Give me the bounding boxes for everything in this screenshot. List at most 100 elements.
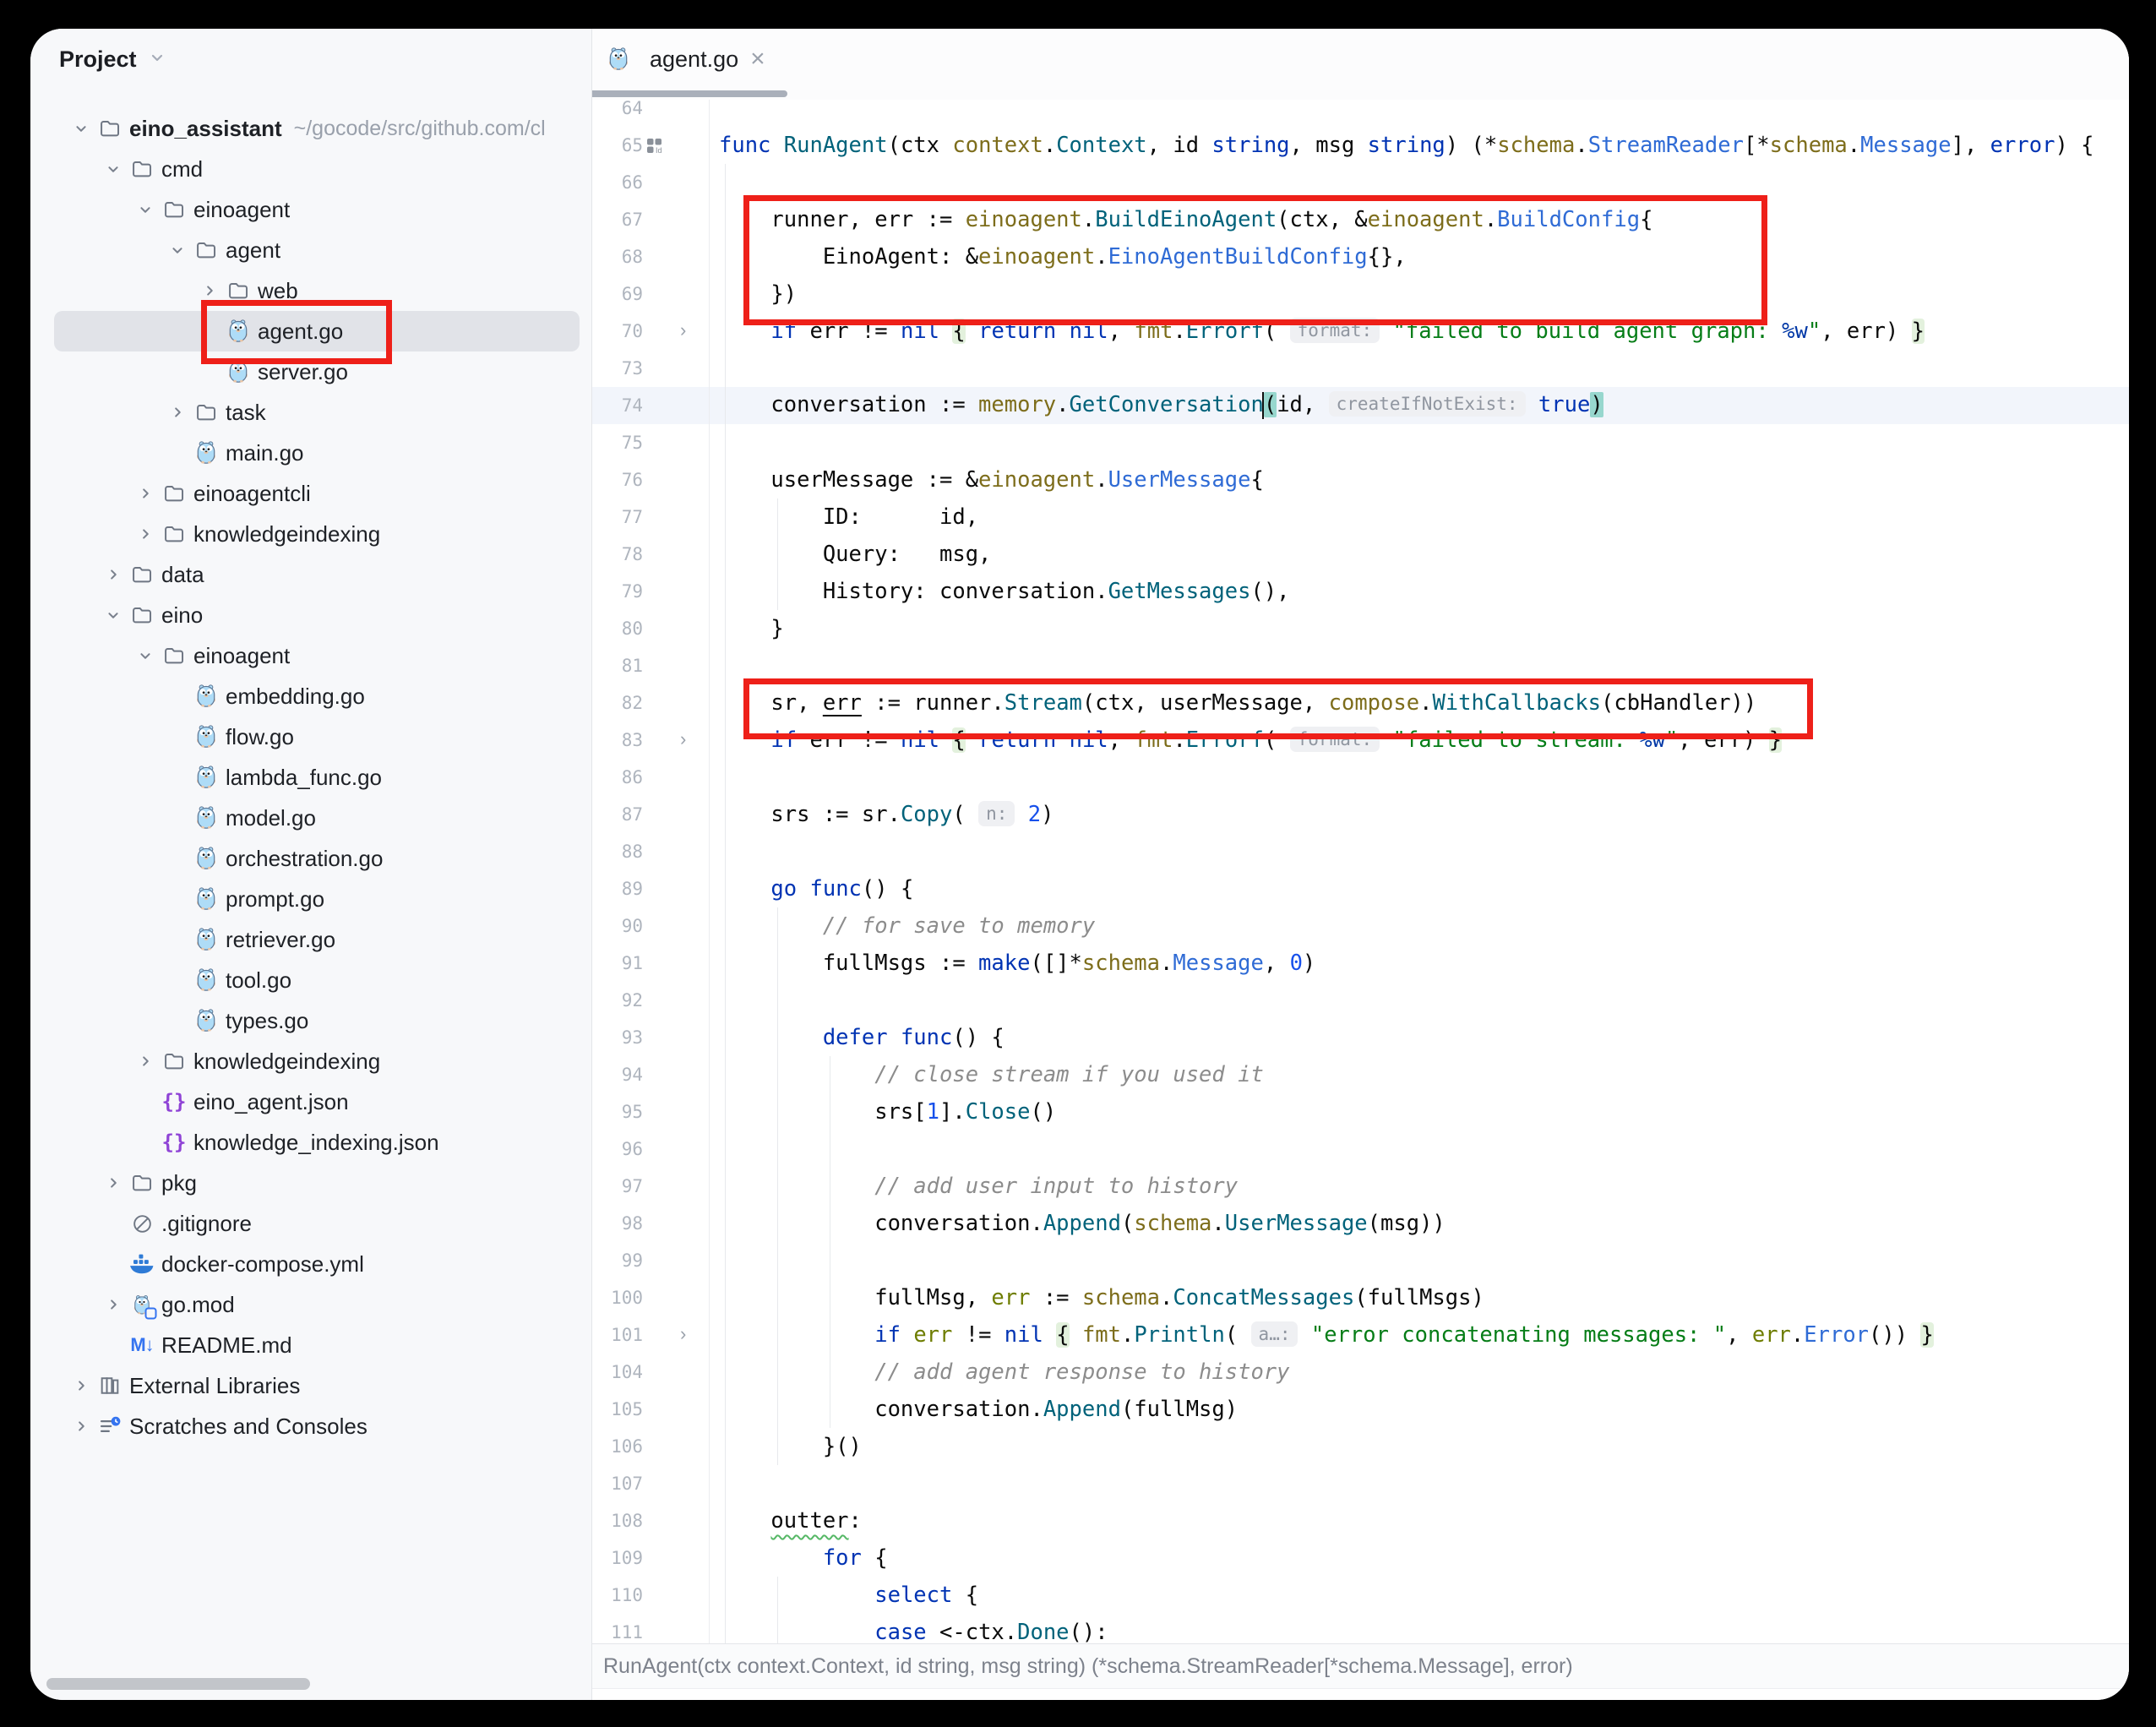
- code-line-76[interactable]: 76 userMessage := &einoagent.UserMessage…: [592, 461, 2129, 498]
- fold-arrow-icon[interactable]: ›: [680, 1323, 686, 1345]
- code-line-89[interactable]: 89 go func() {: [592, 870, 2129, 907]
- chevron-down-icon[interactable]: [168, 241, 187, 259]
- code-line-90[interactable]: 90 // for save to memory: [592, 907, 2129, 945]
- code-line-94[interactable]: 94 // close stream if you used it: [592, 1056, 2129, 1093]
- tree-item-go-mod[interactable]: go.mod: [54, 1284, 580, 1325]
- code-line-78[interactable]: 78 Query: msg,: [592, 536, 2129, 573]
- fold-arrow-icon[interactable]: ›: [680, 319, 686, 341]
- tree-item-label: prompt.go: [226, 886, 324, 913]
- tree-item-data[interactable]: data: [54, 554, 580, 595]
- tree-item-eino-agent-json[interactable]: {}eino_agent.json: [54, 1081, 580, 1122]
- code-editor[interactable]: 6465Idfunc RunAgent(ctx context.Context,…: [592, 100, 2129, 1645]
- code-line-96[interactable]: 96: [592, 1130, 2129, 1168]
- tree-item-agent[interactable]: agent: [54, 230, 580, 270]
- tree-item-readme-md[interactable]: M↓README.md: [54, 1325, 580, 1365]
- code-line-97[interactable]: 97 // add user input to history: [592, 1168, 2129, 1205]
- tab-close-icon[interactable]: ×: [750, 46, 765, 72]
- code-line-86[interactable]: 86: [592, 759, 2129, 796]
- chevron-down-icon[interactable]: [136, 200, 155, 219]
- tree-item-lambda-func-go[interactable]: lambda_func.go: [54, 757, 580, 798]
- code-line-106[interactable]: 106 }(): [592, 1428, 2129, 1465]
- tree-item-prompt-go[interactable]: prompt.go: [54, 879, 580, 919]
- code-line-110[interactable]: 110 select {: [592, 1577, 2129, 1614]
- tree-item-types-go[interactable]: types.go: [54, 1000, 580, 1041]
- tree-item-eino[interactable]: eino: [54, 595, 580, 635]
- gutter-slot: [643, 1428, 710, 1465]
- tree-item-einoagentcli[interactable]: einoagentcli: [54, 473, 580, 514]
- line-number: 105: [592, 1399, 643, 1419]
- code-line-79[interactable]: 79 History: conversation.GetMessages(),: [592, 573, 2129, 610]
- tree-item-external-libraries[interactable]: External Libraries: [54, 1365, 580, 1406]
- code-line-95[interactable]: 95 srs[1].Close(): [592, 1093, 2129, 1130]
- code-line-100[interactable]: 100 fullMsg, err := schema.ConcatMessage…: [592, 1279, 2129, 1316]
- code-line-91[interactable]: 91 fullMsgs := make([]*schema.Message, 0…: [592, 945, 2129, 982]
- fold-arrow-icon[interactable]: ›: [680, 728, 686, 750]
- go-file-icon: [606, 46, 631, 73]
- code-line-88[interactable]: 88: [592, 833, 2129, 870]
- code-line-107[interactable]: 107: [592, 1465, 2129, 1502]
- chevron-right-icon[interactable]: [72, 1417, 90, 1436]
- code-line-93[interactable]: 93 defer func() {: [592, 1019, 2129, 1056]
- tree-item-docker-compose-yml[interactable]: docker-compose.yml: [54, 1244, 580, 1284]
- chevron-right-icon[interactable]: [72, 1376, 90, 1395]
- tree-item-gitignore[interactable]: .gitignore: [54, 1203, 580, 1244]
- tree-item-einoagent[interactable]: einoagent: [54, 635, 580, 676]
- tree-item-knowledgeindexing[interactable]: knowledgeindexing: [54, 1041, 580, 1081]
- chevron-right-icon[interactable]: [104, 1295, 122, 1314]
- tree-item-knowledge-indexing-json[interactable]: {}knowledge_indexing.json: [54, 1122, 580, 1163]
- project-panel: Project eino_assistant~/gocode/src/githu…: [30, 29, 592, 1700]
- tree-item-task[interactable]: task: [54, 392, 580, 433]
- code-line-92[interactable]: 92: [592, 982, 2129, 1019]
- chevron-right-icon[interactable]: [136, 484, 155, 503]
- code-text: select {: [719, 1583, 978, 1608]
- code-vision-icon[interactable]: Id: [646, 135, 668, 160]
- tree-item-retriever-go[interactable]: retriever.go: [54, 919, 580, 960]
- tree-item-einoagent[interactable]: einoagent: [54, 189, 580, 230]
- code-line-80[interactable]: 80 }: [592, 610, 2129, 647]
- project-panel-header[interactable]: Project: [59, 41, 167, 78]
- chevron-right-icon[interactable]: [104, 1174, 122, 1192]
- tree-item-scratches-and-consoles[interactable]: Scratches and Consoles: [54, 1406, 580, 1446]
- code-line-105[interactable]: 105 conversation.Append(fullMsg): [592, 1391, 2129, 1428]
- chevron-right-icon[interactable]: [136, 1052, 155, 1071]
- code-line-111[interactable]: 111 case <-ctx.Done():: [592, 1614, 2129, 1645]
- tree-item-embedding-go[interactable]: embedding.go: [54, 676, 580, 716]
- code-line-65[interactable]: 65Idfunc RunAgent(ctx context.Context, i…: [592, 127, 2129, 164]
- chevron-right-icon[interactable]: [168, 403, 187, 422]
- chevron-right-icon[interactable]: [200, 281, 219, 300]
- tree-item-eino-assistant[interactable]: eino_assistant~/gocode/src/github.com/cl: [54, 108, 580, 149]
- code-line-73[interactable]: 73: [592, 350, 2129, 387]
- code-line-101[interactable]: 101› if err != nil { fmt.Println( a…: "e…: [592, 1316, 2129, 1354]
- code-line-104[interactable]: 104 // add agent response to history: [592, 1354, 2129, 1391]
- code-line-108[interactable]: 108 outter:: [592, 1502, 2129, 1539]
- tree-item-model-go[interactable]: model.go: [54, 798, 580, 838]
- code-line-77[interactable]: 77 ID: id,: [592, 498, 2129, 536]
- tree-item-label: task: [226, 400, 266, 426]
- chevron-right-icon[interactable]: [136, 525, 155, 543]
- code-line-74[interactable]: 74 conversation := memory.GetConversatio…: [592, 387, 2129, 424]
- gutter-slot: [643, 498, 710, 536]
- code-line-75[interactable]: 75: [592, 424, 2129, 461]
- line-number: 111: [592, 1622, 643, 1643]
- tree-item-knowledgeindexing[interactable]: knowledgeindexing: [54, 514, 580, 554]
- code-line-109[interactable]: 109 for {: [592, 1539, 2129, 1577]
- tree-item-flow-go[interactable]: flow.go: [54, 716, 580, 757]
- chevron-down-icon[interactable]: [72, 119, 90, 138]
- tree-item-orchestration-go[interactable]: orchestration.go: [54, 838, 580, 879]
- chevron-down-icon[interactable]: [104, 160, 122, 178]
- chevron-down-icon[interactable]: [136, 646, 155, 665]
- code-line-99[interactable]: 99: [592, 1242, 2129, 1279]
- tree-item-pkg[interactable]: pkg: [54, 1163, 580, 1203]
- tree-item-tool-go[interactable]: tool.go: [54, 960, 580, 1000]
- tree-horizontal-scrollbar[interactable]: [46, 1678, 310, 1690]
- code-line-87[interactable]: 87 srs := sr.Copy( n: 2): [592, 796, 2129, 833]
- code-line-64[interactable]: 64: [592, 100, 2129, 127]
- tree-item-cmd[interactable]: cmd: [54, 149, 580, 189]
- gutter-slot: [643, 833, 710, 870]
- tree-item-main-go[interactable]: main.go: [54, 433, 580, 473]
- code-text: fullMsgs := make([]*schema.Message, 0): [719, 951, 1315, 976]
- chevron-down-icon[interactable]: [104, 606, 122, 624]
- code-line-98[interactable]: 98 conversation.Append(schema.UserMessag…: [592, 1205, 2129, 1242]
- chevron-right-icon[interactable]: [104, 565, 122, 584]
- tab-agent-go[interactable]: agent.go ×: [606, 46, 765, 73]
